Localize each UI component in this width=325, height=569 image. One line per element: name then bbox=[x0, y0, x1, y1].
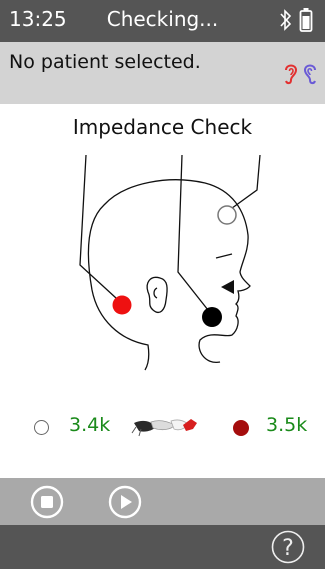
electrode-top bbox=[217, 205, 237, 225]
cable-icon bbox=[131, 419, 197, 437]
stop-icon[interactable] bbox=[30, 485, 64, 519]
help-icon[interactable]: ? bbox=[271, 530, 305, 564]
lead-wire-jaw bbox=[177, 154, 209, 311]
electrode-jaw bbox=[202, 307, 222, 327]
electrode-red-indicator bbox=[233, 420, 249, 436]
electrode-white-indicator bbox=[34, 420, 49, 435]
play-icon[interactable] bbox=[108, 485, 142, 519]
help-label: ? bbox=[282, 536, 294, 561]
eye-icon bbox=[221, 280, 234, 294]
lead-wire-top bbox=[227, 154, 261, 212]
electrode-behind-ear bbox=[112, 295, 132, 315]
lead-wire-behind-ear bbox=[79, 154, 117, 299]
left-impedance-value: 3.4k bbox=[69, 414, 111, 436]
impedance-readings: 3.4k 3.5k bbox=[0, 410, 325, 450]
right-impedance-value: 3.5k bbox=[266, 414, 308, 436]
head-diagram bbox=[79, 154, 261, 371]
control-bar bbox=[0, 478, 325, 525]
bottom-bar: ? bbox=[0, 525, 325, 569]
